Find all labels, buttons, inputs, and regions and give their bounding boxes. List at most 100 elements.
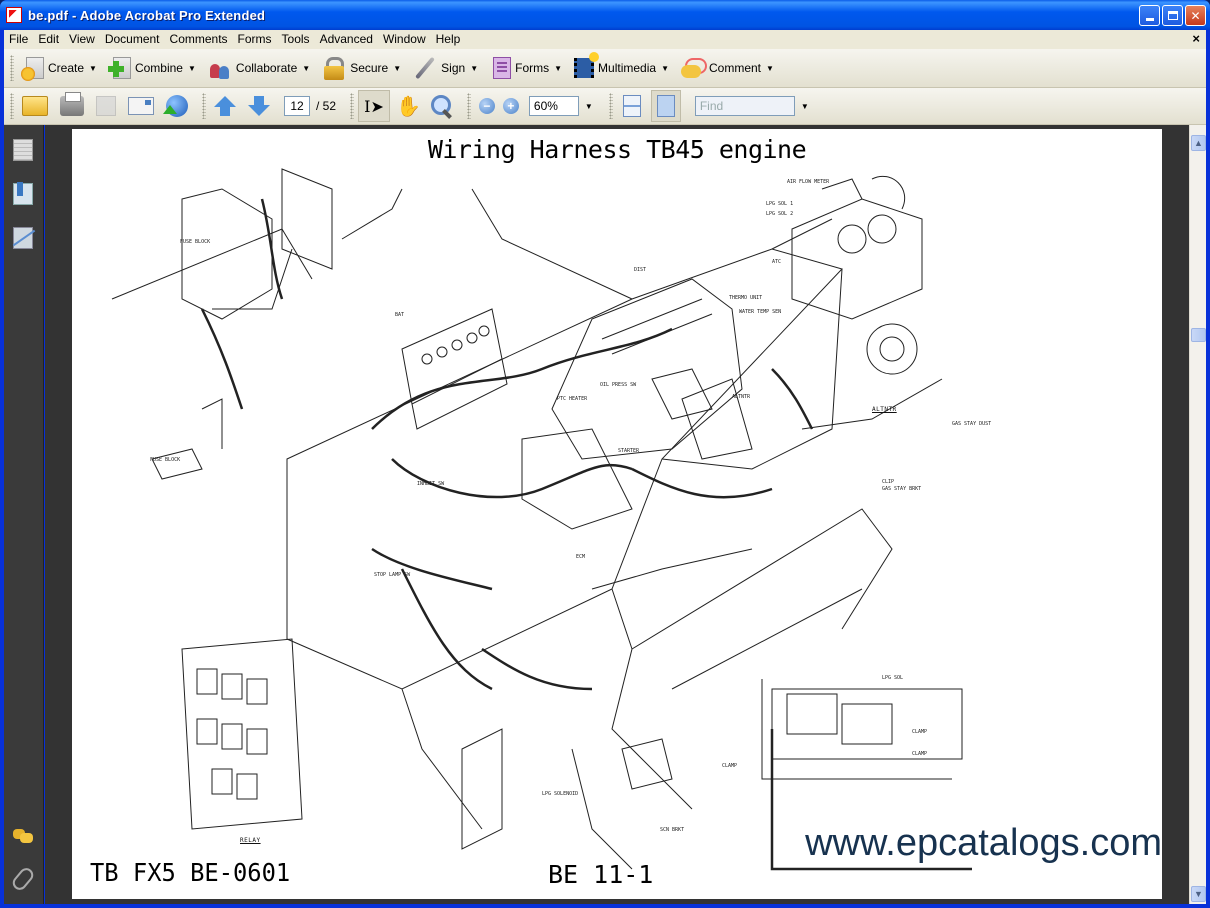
label-scn-brkt: SCN BRKT: [660, 827, 685, 833]
previous-page-button[interactable]: [210, 91, 240, 121]
comment-icon: [680, 56, 707, 80]
sign-button[interactable]: Sign ▼: [409, 53, 482, 83]
multimedia-icon: [574, 52, 600, 78]
arrow-up-icon: [214, 95, 236, 117]
document-page-label: BE 11-1: [548, 860, 654, 889]
menu-comments[interactable]: Comments: [165, 30, 233, 49]
page-count: / 52: [316, 99, 337, 113]
label-inhbit-sw: INHBIT SW: [417, 481, 445, 487]
harness-wires: [200, 198, 972, 871]
label-lpg-sol-2: LPG SOL 2: [766, 211, 794, 217]
print-button[interactable]: [56, 91, 88, 121]
comments-panel-icon[interactable]: [13, 825, 33, 847]
maximize-button[interactable]: [1162, 5, 1183, 26]
label-atc: ATC: [772, 259, 782, 265]
comment-button[interactable]: Comment ▼: [677, 53, 778, 83]
menu-help[interactable]: Help: [431, 30, 466, 49]
watermark-url: www.epcatalogs.com: [805, 822, 1162, 864]
label-ecm: ECM: [576, 554, 586, 560]
label-lpg-sol-1: LPG SOL 1: [766, 201, 794, 207]
combine-icon: [107, 57, 131, 79]
save-button[interactable]: [92, 91, 120, 121]
menu-advanced[interactable]: Advanced: [315, 30, 378, 49]
create-button[interactable]: Create ▼: [18, 53, 101, 83]
close-button[interactable]: ✕: [1185, 5, 1206, 26]
create-pdf-icon: [21, 57, 44, 81]
toolbar-grip[interactable]: [10, 93, 14, 119]
label-relay-detail: RELAY: [240, 837, 261, 844]
hand-tool-button[interactable]: ✋: [396, 94, 421, 119]
toolbar-grip[interactable]: [10, 55, 14, 81]
scroll-thumb[interactable]: [1191, 327, 1206, 342]
minimize-button[interactable]: [1139, 5, 1160, 26]
window-frame-right: [1206, 30, 1210, 908]
menu-document[interactable]: Document: [100, 30, 165, 49]
multimedia-button[interactable]: Multimedia ▼: [570, 52, 673, 83]
menu-forms[interactable]: Forms: [233, 30, 277, 49]
collaborate-label: Collaborate: [235, 61, 298, 75]
menu-view[interactable]: View: [64, 30, 100, 49]
label-altntr: ALTNTR: [732, 394, 751, 400]
marquee-zoom-button[interactable]: [427, 91, 457, 121]
label-bat: BAT: [395, 312, 405, 318]
label-oil-press-sw: OIL PRESS SW: [600, 382, 637, 388]
zoom-dropdown-arrow[interactable]: ▼: [585, 102, 593, 111]
create-label: Create: [48, 61, 85, 75]
pages-panel-icon[interactable]: [13, 139, 33, 161]
label-starter: STARTER: [618, 448, 640, 454]
multimedia-label: Multimedia: [598, 61, 657, 75]
combine-label: Combine: [134, 61, 183, 75]
arrow-cursor-icon: ➤: [370, 96, 384, 116]
label-lpg-sol: LPG SOL: [882, 675, 904, 681]
close-icon: ✕: [1190, 8, 1201, 23]
menu-file[interactable]: File: [4, 30, 33, 49]
window-controls: ✕: [1139, 5, 1206, 26]
label-fuse-block-small: FUSE BLOCK: [150, 457, 181, 463]
relay-box-drawing: [181, 638, 303, 830]
select-tool-button[interactable]: I ➤: [358, 90, 391, 122]
zoom-in-button[interactable]: +: [502, 98, 519, 114]
next-page-button[interactable]: [244, 91, 274, 121]
secure-button[interactable]: Secure ▼: [318, 53, 405, 83]
web-upload-button[interactable]: [162, 91, 192, 121]
label-altntr-detail: ALTNTR: [872, 406, 897, 413]
battery-drawing: [401, 308, 508, 430]
folder-open-icon: [22, 96, 48, 116]
vertical-scrollbar[interactable]: ▲ ▼: [1189, 125, 1206, 904]
dropdown-arrow-icon: ▼: [393, 63, 402, 73]
title-bar[interactable]: be.pdf - Adobe Acrobat Pro Extended ✕: [0, 0, 1210, 30]
find-input[interactable]: Find: [694, 96, 795, 116]
menu-window[interactable]: Window: [378, 30, 431, 49]
forms-icon: [493, 57, 512, 79]
forms-button[interactable]: Forms ▼: [486, 53, 566, 83]
collaborate-button[interactable]: Collaborate ▼: [204, 53, 314, 83]
scroll-down-button[interactable]: ▼: [1191, 886, 1206, 902]
signatures-panel-icon[interactable]: [13, 227, 33, 249]
close-document-icon[interactable]: ×: [1192, 31, 1200, 46]
document-title: Wiring Harness TB45 engine: [427, 135, 807, 164]
zoom-level-input[interactable]: 60%: [528, 96, 579, 116]
scroll-up-button[interactable]: ▲: [1191, 135, 1206, 151]
open-button[interactable]: [18, 91, 52, 121]
bookmarks-panel-icon[interactable]: [13, 182, 33, 205]
toolbar-separator: [350, 93, 355, 119]
attachments-paperclip-icon[interactable]: [9, 865, 37, 893]
menu-tools[interactable]: Tools: [277, 30, 315, 49]
combine-button[interactable]: Combine ▼: [105, 53, 200, 83]
navigation-panel: [4, 125, 44, 904]
scrolling-mode-button[interactable]: [622, 95, 641, 117]
fuse-block-small-drawing: [151, 398, 223, 480]
document-area: Wiring Harness TB45 engine AIR FLOW METE…: [45, 125, 1189, 904]
zoom-out-button[interactable]: −: [478, 98, 495, 114]
label-dist: DIST: [634, 267, 647, 273]
menu-edit[interactable]: Edit: [33, 30, 64, 49]
maximize-icon: [1167, 11, 1178, 20]
email-button[interactable]: [124, 91, 158, 121]
collaborate-icon: [208, 56, 232, 80]
find-dropdown-arrow[interactable]: ▼: [801, 102, 809, 111]
page-number-input[interactable]: 12: [284, 96, 310, 116]
printer-icon: [60, 92, 84, 116]
fit-page-button[interactable]: [650, 90, 681, 122]
label-clamp-2: CLAMP: [912, 751, 928, 757]
dropdown-arrow-icon: ▼: [302, 63, 311, 73]
